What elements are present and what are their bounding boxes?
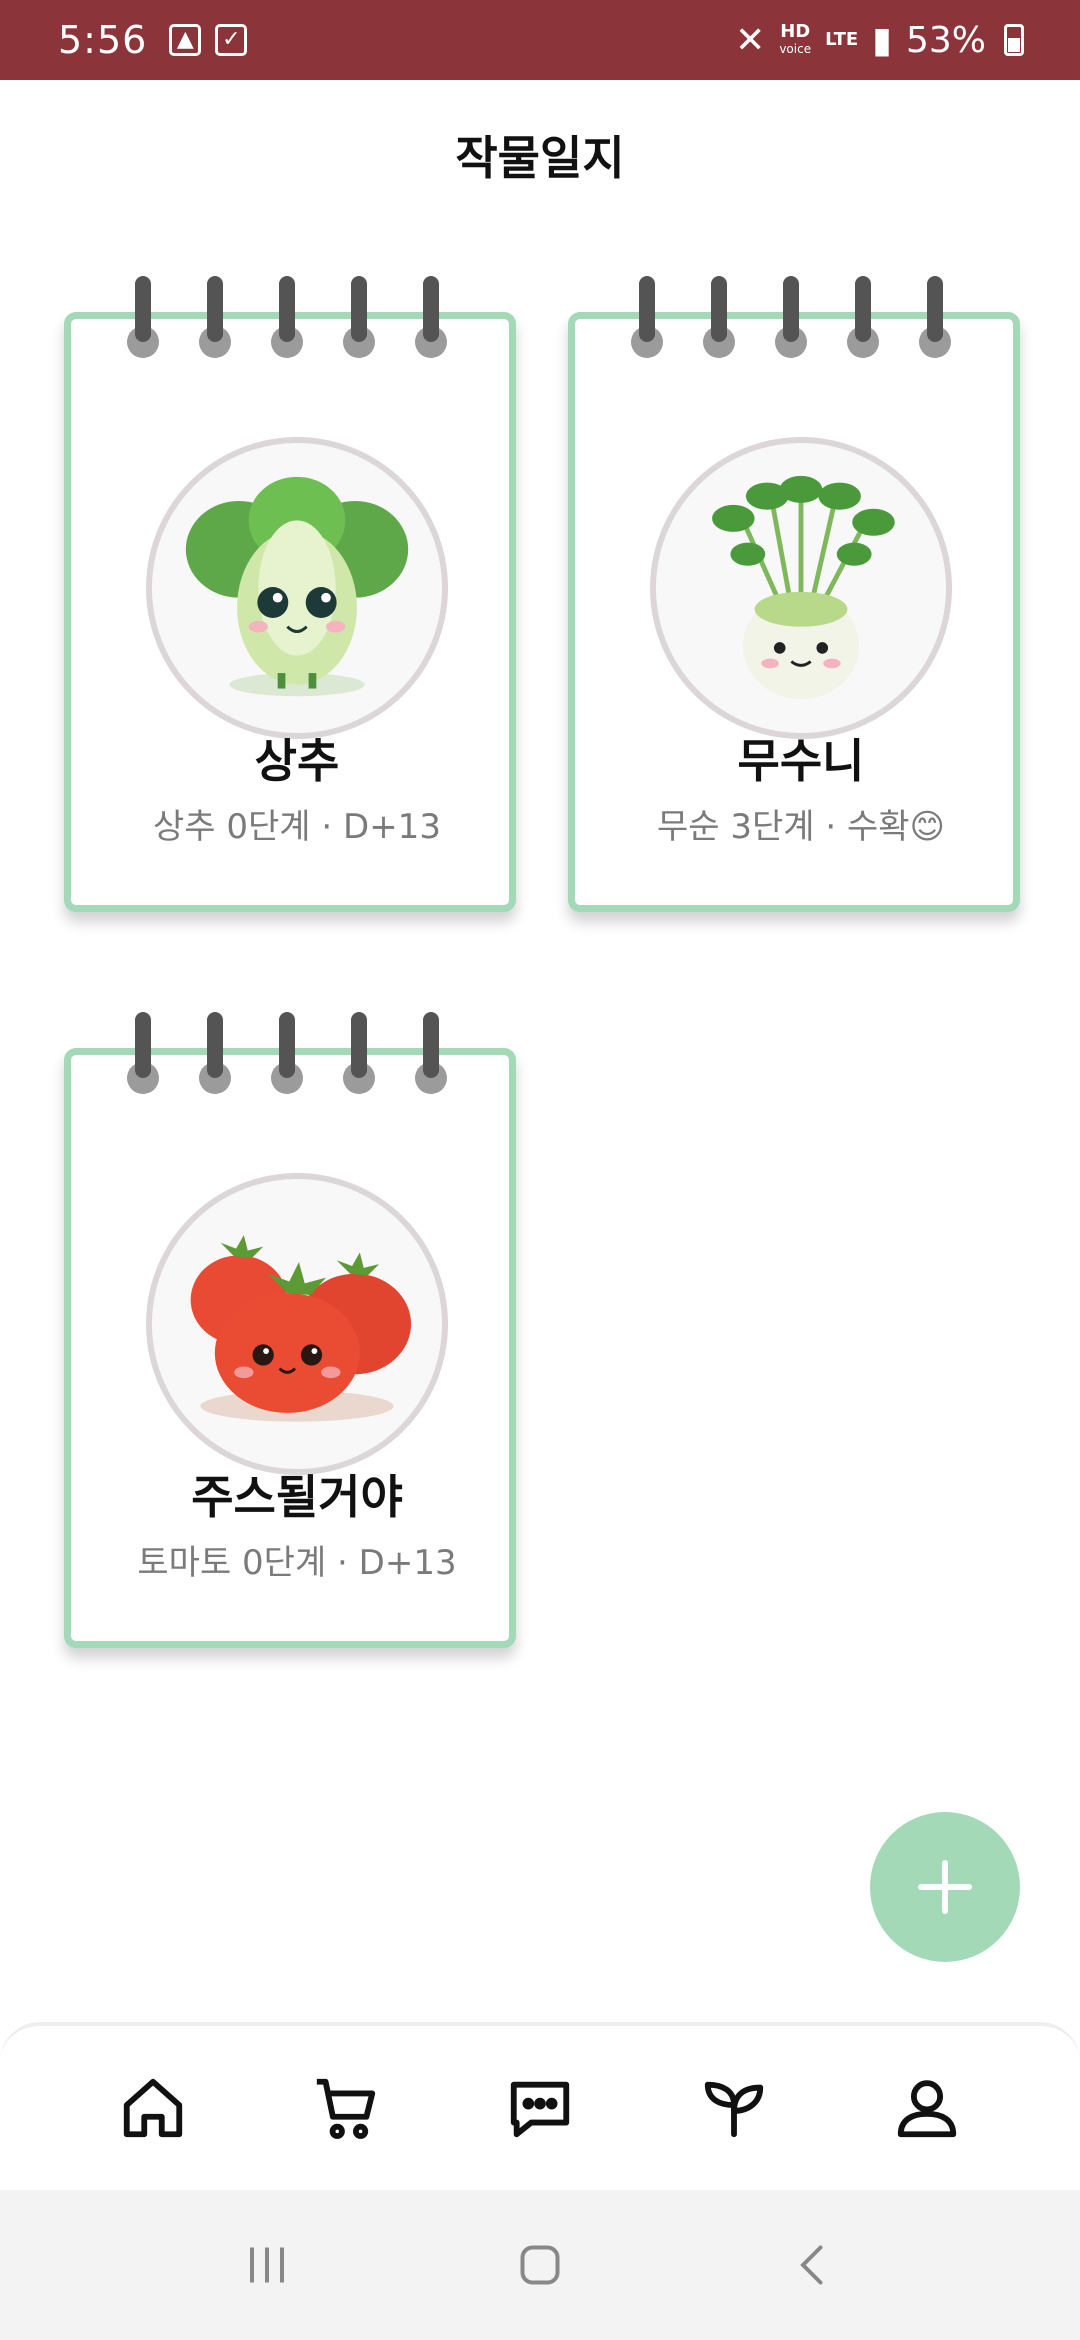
nav-crops[interactable] [674,2048,794,2168]
crop-name: 주스될거야 [191,1470,403,1524]
recents-button[interactable] [207,2205,327,2325]
notebook-card[interactable]: 무수니 무순 3단계 · 수확😊 [568,312,1020,912]
ring-binder [198,276,232,358]
ring-binder [342,1012,376,1094]
ring-binder [126,276,160,358]
ring-binder [342,276,376,358]
notification-icons: ▲ ✓ [169,24,248,56]
crop-card[interactable]: 주스될거야 토마토 0단계 · D+13 [64,1012,516,1648]
crop-status: 토마토 0단계 · D+13 [137,1543,457,1583]
ring-binder [630,276,664,358]
check-notification-icon: ✓ [215,24,248,56]
crop-status: 무순 3단계 · 수확😊 [657,807,945,847]
ring-binder [270,1012,304,1094]
back-icon [800,2245,823,2285]
sprout-icon [704,2081,763,2138]
status-bar: 5:56 ▲ ✓ ✕ HD voice LTE ▮ 53% [0,0,1080,80]
crop-card[interactable]: 무수니 무순 3단계 · 수확😊 [568,276,1020,912]
status-time: 5:56 [58,18,148,62]
ring-binder [414,276,448,358]
home-circle-icon [520,2245,560,2285]
ring-binder [198,1012,232,1094]
radish-sprout-icon [650,437,952,739]
add-crop-button[interactable] [870,1812,1020,1962]
crop-name: 무수니 [737,734,865,788]
ring-binder [702,276,736,358]
recents-icon [249,2247,284,2283]
status-right: ✕ HD voice LTE ▮ 53% [735,20,1024,61]
battery-icon [1004,24,1024,56]
cart-icon [317,2078,376,2139]
notebook-card[interactable]: 주스될거야 토마토 0단계 · D+13 [64,1048,516,1648]
hd-voice-icon: HD voice [779,20,812,56]
home-icon [123,2078,182,2138]
nav-profile[interactable] [867,2048,987,2168]
network-type: LTE [825,29,859,50]
plus-icon [918,1860,972,1914]
profile-icon [898,2080,957,2138]
ring-binder [846,276,880,358]
crop-status: 상추 0단계 · D+13 [153,807,441,847]
lettuce-icon [146,437,448,739]
ring-binder [414,1012,448,1094]
bottom-nav [0,2022,1080,2190]
back-button[interactable] [753,2205,873,2325]
ring-binder [774,276,808,358]
battery-percent: 53% [905,19,986,61]
signal-icon: ▮ [872,19,892,61]
page-title: 작물일지 [455,131,625,185]
home-button[interactable] [480,2205,600,2325]
nav-home[interactable] [93,2048,213,2168]
chat-icon [510,2081,570,2138]
tomato-icon [146,1173,448,1475]
nav-chat[interactable] [480,2048,600,2168]
mute-icon: ✕ [735,19,766,61]
ring-binder [270,276,304,358]
crop-card[interactable]: 상추 상추 0단계 · D+13 [64,276,516,912]
system-nav [0,2190,1080,2340]
ring-binder [126,1012,160,1094]
ring-binder [918,276,952,358]
gallery-notification-icon: ▲ [169,24,202,56]
nav-cart[interactable] [286,2048,406,2168]
crop-name: 상추 [254,734,340,788]
notebook-card[interactable]: 상추 상추 0단계 · D+13 [64,312,516,912]
